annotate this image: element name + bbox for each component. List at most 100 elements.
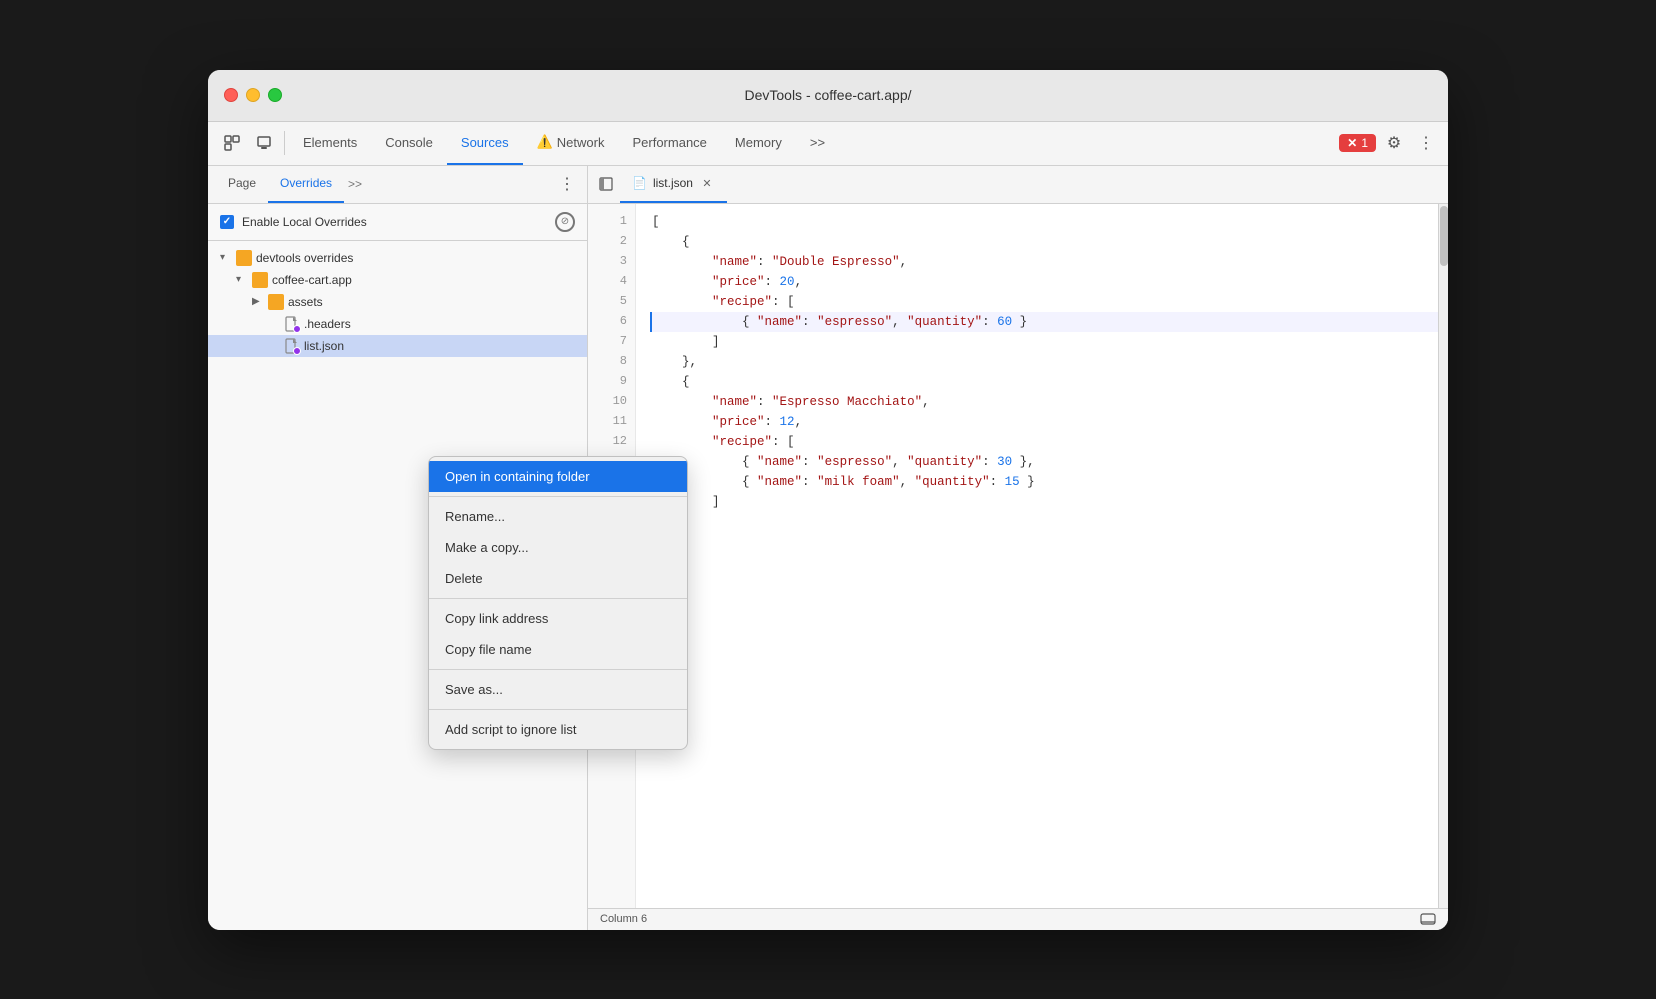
ctx-open-folder[interactable]: Open in containing folder [429,461,687,492]
code-content: 1 2 3 4 5 6 7 8 9 10 11 12 13 14 [588,204,1448,908]
traffic-lights [224,88,282,102]
code-editor[interactable]: 1 2 3 4 5 6 7 8 9 10 11 12 13 14 [588,204,1448,908]
tab-memory[interactable]: Memory [721,121,796,165]
tab-network[interactable]: ⚠️ Network [523,121,619,165]
tab-sources[interactable]: Sources [447,121,523,165]
more-options-icon[interactable]: ⋮ [1412,129,1440,157]
ctx-separator-2 [429,598,687,599]
ctx-save-as[interactable]: Save as... [429,674,687,705]
code-line-14: { "name": "milk foam", "quantity": 15 } [652,472,1438,492]
tree-item-list-json[interactable]: ▶ list.json [208,335,587,357]
code-line-10: "name": "Espresso Macchiato", [652,392,1438,412]
tab-console[interactable]: Console [371,121,447,165]
scrollbar[interactable] [1438,204,1448,908]
toolbar-right: ✕ 1 ⚙ ⋮ [1339,129,1440,157]
status-icon [1420,911,1436,927]
code-line-1: [ [652,212,1438,232]
code-line-7: ] [652,332,1438,352]
tree-item-devtools-overrides[interactable]: ▾ devtools overrides [208,247,587,269]
ctx-delete[interactable]: Delete [429,563,687,594]
editor-tab-label: list.json [653,176,693,190]
error-badge[interactable]: ✕ 1 [1339,134,1376,152]
main-content: Page Overrides >> ⋮ Enable Local Overrid… [208,166,1448,930]
code-line-15: ] [652,492,1438,512]
code-line-12: "recipe": [ [652,432,1438,452]
code-line-11: "price": 12, [652,412,1438,432]
settings-icon[interactable]: ⚙ [1380,129,1408,157]
left-panel: Page Overrides >> ⋮ Enable Local Overrid… [208,166,588,930]
enable-overrides-label: Enable Local Overrides [242,215,547,229]
network-warning-icon: ⚠️ [537,134,553,150]
error-count: 1 [1361,136,1368,150]
minimize-button[interactable] [246,88,260,102]
editor-tabs: 📄 list.json ✕ [588,166,1448,204]
tab-performance[interactable]: Performance [618,121,720,165]
tree-label-coffee-cart: coffee-cart.app [272,273,352,287]
code-line-13: { "name": "espresso", "quantity": 30 }, [652,452,1438,472]
code-line-2: { [652,232,1438,252]
sub-tab-overrides[interactable]: Overrides [268,166,344,204]
line-num-10: 10 [588,392,635,412]
ctx-copy-name[interactable]: Copy file name [429,634,687,665]
editor-tab-close-icon[interactable]: ✕ [699,175,715,191]
line-num-11: 11 [588,412,635,432]
arrow-icon: ▾ [236,274,248,285]
tree-item-headers[interactable]: ▶ .headers [208,313,587,335]
window-title: DevTools - coffee-cart.app/ [744,87,911,103]
arrow-icon: ▾ [220,252,232,263]
line-num-12: 12 [588,432,635,452]
line-num-8: 8 [588,352,635,372]
tree-label-devtools-overrides: devtools overrides [256,251,353,265]
block-icon[interactable]: ⊘ [555,212,575,232]
line-num-9: 9 [588,372,635,392]
folder-icon [252,272,268,288]
ctx-copy-link[interactable]: Copy link address [429,603,687,634]
ctx-add-ignore[interactable]: Add script to ignore list [429,714,687,745]
sub-tab-page[interactable]: Page [216,166,268,204]
folder-icon [268,294,284,310]
tree-label-headers: .headers [304,317,351,331]
code-line-8: }, [652,352,1438,372]
line-num-4: 4 [588,272,635,292]
code-line-5: "recipe": [ [652,292,1438,312]
file-icon [284,316,300,332]
sub-tabs: Page Overrides >> ⋮ [208,166,587,204]
devtools-window: DevTools - coffee-cart.app/ Elements Con… [208,70,1448,930]
code-line-6: { "name": "espresso", "quantity": 60 } [650,312,1438,332]
sub-tab-more-icon[interactable]: >> [348,177,362,191]
arrow-icon: ▶ [252,296,264,307]
line-num-3: 3 [588,252,635,272]
code-lines: [ { "name": "Double Espresso", "price": … [636,204,1438,908]
scrollbar-thumb[interactable] [1440,206,1448,266]
status-bar: Column 6 [588,908,1448,930]
code-line-9: { [652,372,1438,392]
title-bar: DevTools - coffee-cart.app/ [208,70,1448,122]
error-x-icon: ✕ [1347,136,1357,150]
ctx-make-copy[interactable]: Make a copy... [429,532,687,563]
tree-label-list-json: list.json [304,339,344,353]
toolbar-tabs: Elements Console Sources ⚠️ Network Perf… [289,121,1339,165]
line-num-1: 1 [588,212,635,232]
line-num-5: 5 [588,292,635,312]
right-panel: 📄 list.json ✕ 1 2 3 4 5 6 7 8 [588,166,1448,930]
line-num-6: 6 [588,312,635,332]
maximize-button[interactable] [268,88,282,102]
device-toolbar-icon[interactable] [248,127,280,159]
tree-item-assets[interactable]: ▶ assets [208,291,587,313]
sidebar-toggle-icon[interactable] [592,170,620,198]
code-line-3: "name": "Double Espresso", [652,252,1438,272]
tab-elements[interactable]: Elements [289,121,371,165]
sub-tab-options-icon[interactable]: ⋮ [555,174,579,194]
tab-more[interactable]: >> [796,121,839,165]
folder-icon [236,250,252,266]
line-num-2: 2 [588,232,635,252]
code-line-4: "price": 20, [652,272,1438,292]
context-menu: Open in containing folder Rename... Make… [428,456,688,750]
ctx-rename[interactable]: Rename... [429,501,687,532]
editor-tab-list-json[interactable]: 📄 list.json ✕ [620,166,727,204]
tree-item-coffee-cart[interactable]: ▾ coffee-cart.app [208,269,587,291]
enable-overrides-checkbox[interactable] [220,215,234,229]
inspect-element-icon[interactable] [216,127,248,159]
ctx-separator-3 [429,669,687,670]
close-button[interactable] [224,88,238,102]
